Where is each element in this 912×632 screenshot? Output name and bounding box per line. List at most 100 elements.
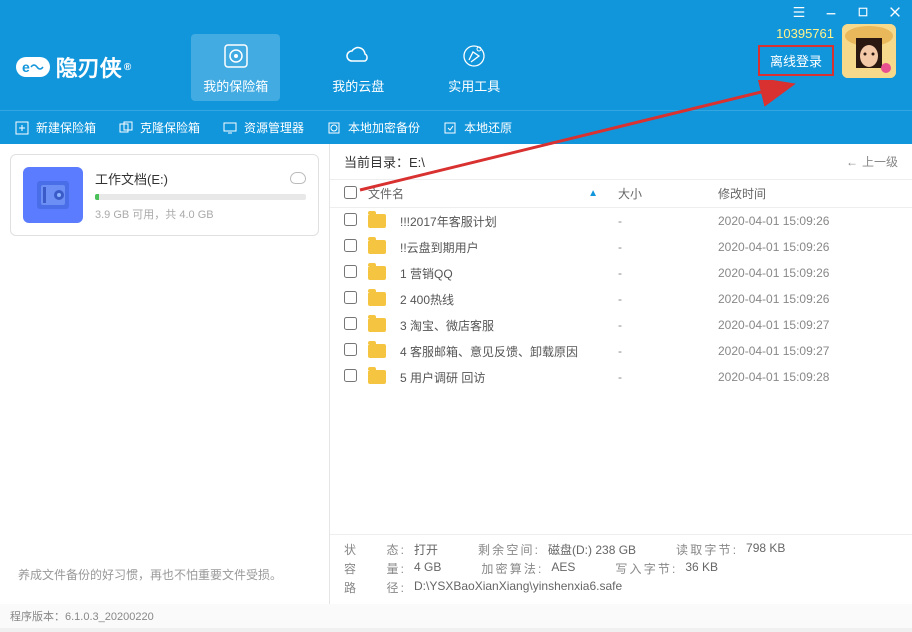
- file-size: -: [618, 240, 718, 254]
- status-item: 剩余空间:磁盘(D:) 238 GB: [478, 541, 636, 558]
- row-checkbox[interactable]: [344, 317, 357, 330]
- row-checkbox[interactable]: [344, 343, 357, 356]
- file-name: !!云盘到期用户: [400, 239, 479, 256]
- file-name: 3 淘宝、微店客服: [400, 317, 494, 334]
- close-icon[interactable]: [886, 3, 904, 21]
- main: 工作文档(E:) 3.9 GB 可用，共 4.0 GB 养成文件备份的好习惯，再…: [0, 144, 912, 604]
- file-name: 1 营销QQ: [400, 265, 453, 282]
- sort-asc-icon: ▲: [588, 188, 598, 199]
- row-checkbox[interactable]: [344, 213, 357, 226]
- file-name: !!!2017年客服计划: [400, 213, 497, 230]
- file-name: 2 400热线: [400, 291, 454, 308]
- file-size: -: [618, 292, 718, 306]
- select-all-checkbox[interactable]: [344, 186, 357, 199]
- table-row[interactable]: 3 淘宝、微店客服 - 2020-04-01 15:09:27: [330, 312, 912, 338]
- logo: e 隐刃侠®: [16, 51, 131, 83]
- row-checkbox[interactable]: [344, 265, 357, 278]
- cloud-icon: [342, 40, 374, 72]
- app-name: 隐刃侠: [56, 51, 122, 83]
- sidebar: 工作文档(E:) 3.9 GB 可用，共 4.0 GB 养成文件备份的好习惯，再…: [0, 144, 330, 604]
- row-checkbox[interactable]: [344, 369, 357, 382]
- table-row[interactable]: !!!2017年客服计划 - 2020-04-01 15:09:26: [330, 208, 912, 234]
- file-date: 2020-04-01 15:09:26: [718, 292, 898, 306]
- file-size: -: [618, 266, 718, 280]
- folder-icon: [368, 344, 386, 358]
- row-checkbox[interactable]: [344, 239, 357, 252]
- tab-cloud[interactable]: 我的云盘: [320, 34, 396, 101]
- avatar[interactable]: [842, 24, 896, 78]
- table-row[interactable]: !!云盘到期用户 - 2020-04-01 15:09:26: [330, 234, 912, 260]
- path-bar: 当前目录：E:\ ←上一级: [330, 144, 912, 180]
- folder-icon: [368, 266, 386, 280]
- folder-icon: [368, 318, 386, 332]
- table-row[interactable]: 2 400热线 - 2020-04-01 15:09:26: [330, 286, 912, 312]
- file-date: 2020-04-01 15:09:26: [718, 266, 898, 280]
- sidebar-tip: 养成文件备份的好习惯，再也不怕重要文件受损。: [10, 566, 319, 583]
- monitor-icon: [222, 120, 238, 136]
- tools-icon: [458, 40, 490, 72]
- safe-icon: [220, 40, 252, 72]
- table-row[interactable]: 1 营销QQ - 2020-04-01 15:09:26: [330, 260, 912, 286]
- safe-card[interactable]: 工作文档(E:) 3.9 GB 可用，共 4.0 GB: [10, 154, 319, 236]
- user-id: 10395761: [776, 26, 834, 41]
- safe-info: 工作文档(E:) 3.9 GB 可用，共 4.0 GB: [95, 169, 306, 222]
- tab-safe[interactable]: 我的保险箱: [191, 34, 280, 101]
- status-item: 加密算法:AES: [481, 560, 575, 577]
- version: 6.1.0.3_20200220: [65, 611, 154, 623]
- arrow-left-icon: ←: [846, 155, 858, 169]
- restore-button[interactable]: 本地还原: [442, 119, 512, 136]
- plus-icon: [14, 120, 30, 136]
- file-name: 4 客服邮箱、意见反馈、卸载原因: [400, 343, 578, 360]
- file-header: 文件名▲ 大小 修改时间: [330, 180, 912, 208]
- new-safe-button[interactable]: 新建保险箱: [14, 119, 96, 136]
- file-list: !!!2017年客服计划 - 2020-04-01 15:09:26 !!云盘到…: [330, 208, 912, 534]
- footer: 程序版本：6.1.0.3_20200220: [0, 604, 912, 628]
- offline-login-button[interactable]: 离线登录: [758, 45, 834, 76]
- tab-label: 我的保险箱: [203, 76, 268, 95]
- backup-icon: [326, 120, 342, 136]
- backup-button[interactable]: 本地加密备份: [326, 119, 420, 136]
- file-date: 2020-04-01 15:09:28: [718, 370, 898, 384]
- tab-tools[interactable]: 实用工具: [436, 34, 512, 101]
- explorer-button[interactable]: 资源管理器: [222, 119, 304, 136]
- clone-safe-button[interactable]: 克隆保险箱: [118, 119, 200, 136]
- col-name-header[interactable]: 文件名▲: [368, 185, 618, 202]
- safe-file-path: D:\YSXBaoXianXiang\yinshenxia6.safe: [414, 579, 622, 596]
- nav-tabs: 我的保险箱 我的云盘 实用工具: [191, 34, 512, 101]
- up-level-button[interactable]: ←上一级: [846, 153, 898, 170]
- user-area: 10395761 离线登录: [758, 24, 896, 78]
- file-date: 2020-04-01 15:09:26: [718, 240, 898, 254]
- folder-icon: [368, 292, 386, 306]
- file-date: 2020-04-01 15:09:27: [718, 318, 898, 332]
- minimize-icon[interactable]: [822, 3, 840, 21]
- status-item: 读取字节:798 KB: [676, 541, 785, 558]
- col-size-header[interactable]: 大小: [618, 185, 718, 202]
- file-size: -: [618, 344, 718, 358]
- safe-vault-icon: [23, 167, 83, 223]
- logo-badge: e: [16, 57, 50, 77]
- tab-label: 我的云盘: [332, 76, 384, 95]
- clone-icon: [118, 120, 134, 136]
- header: e 隐刃侠® 我的保险箱 我的云盘 实用工具 10395761 离线登录: [0, 24, 912, 110]
- status-item: 状 态:打开: [344, 541, 438, 558]
- table-row[interactable]: 4 客服邮箱、意见反馈、卸载原因 - 2020-04-01 15:09:27: [330, 338, 912, 364]
- file-size: -: [618, 214, 718, 228]
- restore-icon: [442, 120, 458, 136]
- status-panel: 状 态:打开剩余空间:磁盘(D:) 238 GB读取字节:798 KB 容 量:…: [330, 534, 912, 604]
- table-row[interactable]: 5 用户调研 回访 - 2020-04-01 15:09:28: [330, 364, 912, 390]
- file-size: -: [618, 370, 718, 384]
- file-date: 2020-04-01 15:09:26: [718, 214, 898, 228]
- status-item: 写入字节:36 KB: [615, 560, 718, 577]
- file-name: 5 用户调研 回访: [400, 369, 485, 386]
- row-checkbox[interactable]: [344, 291, 357, 304]
- menu-icon[interactable]: [790, 3, 808, 21]
- usage-progress: [95, 194, 306, 200]
- safe-name-row: 工作文档(E:): [95, 169, 306, 188]
- tab-label: 实用工具: [448, 76, 500, 95]
- col-date-header[interactable]: 修改时间: [718, 185, 898, 202]
- file-size: -: [618, 318, 718, 332]
- titlebar: [0, 0, 912, 24]
- maximize-icon[interactable]: [854, 3, 872, 21]
- cloud-indicator-icon: [290, 172, 306, 184]
- current-path: E:\: [409, 155, 425, 170]
